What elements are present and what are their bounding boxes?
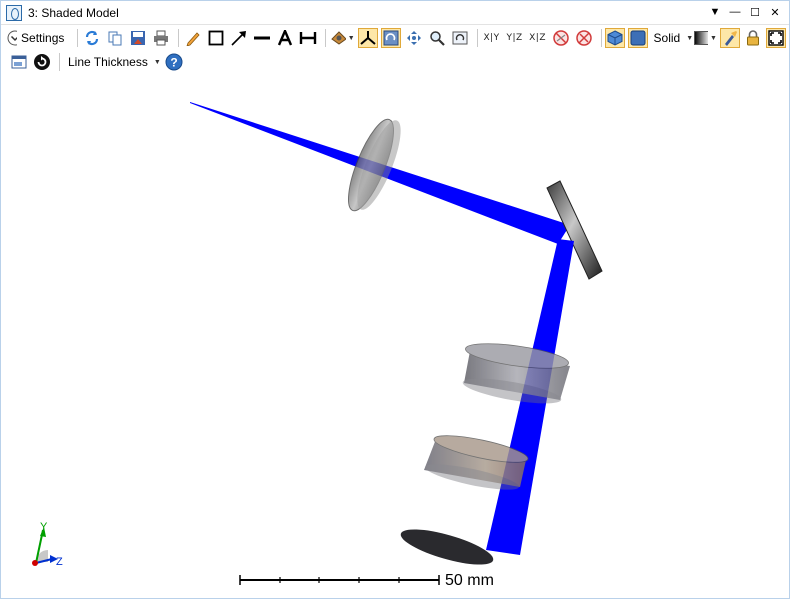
separator (600, 29, 602, 47)
hide-beams-button[interactable] (551, 28, 571, 48)
separator (476, 29, 478, 47)
dropdown-arrow-icon: ▼ (153, 58, 161, 66)
copy-button[interactable] (105, 28, 125, 48)
shaded-mode-toggle[interactable] (605, 28, 626, 48)
reset-view-button[interactable] (450, 28, 470, 48)
export-window-icon (11, 55, 27, 69)
refresh-icon (86, 30, 99, 46)
view-xy-label: X|Y (483, 33, 500, 43)
cube-icon (607, 30, 623, 46)
line-tool[interactable] (252, 28, 272, 48)
optical-system-render: Y Z (32, 102, 603, 585)
toolbar-secondary: Line Thickness ▼ ? (1, 51, 789, 73)
separator (325, 29, 327, 47)
camera-icon (331, 31, 346, 45)
dimension-icon (300, 32, 317, 44)
axes-toggle[interactable] (357, 28, 378, 48)
shaded-model-viewport[interactable]: Y Z 50 mm (2, 75, 789, 598)
window-controls: ▼ — ☐ ✕ (707, 4, 783, 20)
scale-bar-label: 50 mm (445, 572, 494, 589)
svg-text:?: ? (170, 56, 177, 70)
refresh-button[interactable] (82, 28, 102, 48)
printer-icon (154, 30, 169, 46)
arrow-tool[interactable] (229, 28, 249, 48)
rays-off-icon (552, 30, 569, 46)
pencil-icon (186, 32, 200, 46)
text-tool[interactable] (275, 28, 295, 48)
magnifier-icon (429, 31, 445, 46)
window-title: 3: Shaded Model (28, 5, 119, 20)
dropdown-icon[interactable]: ▼ (707, 4, 723, 20)
toolbar-primary: Settings ▼ X|Y Y|Z X|Z Solid ▼ ▼ (1, 26, 789, 50)
help-icon: ? (165, 53, 183, 71)
reset-view-icon (452, 31, 468, 45)
solid-mode-toggle[interactable] (628, 28, 649, 48)
lock-button[interactable] (743, 28, 763, 48)
triad-y-label: Y (40, 521, 48, 533)
rotate-toggle[interactable] (380, 28, 401, 48)
detector-surface (400, 529, 494, 565)
line-icon (254, 36, 271, 40)
dropdown-arrow-icon: ▼ (710, 34, 717, 42)
dimension-tool[interactable] (298, 28, 318, 48)
copy-icon (108, 31, 122, 46)
settings-toggle[interactable]: Settings (7, 28, 70, 48)
auto-update-button[interactable] (32, 52, 52, 72)
text-icon (278, 30, 293, 46)
window-icon (6, 4, 22, 21)
view-xz-label: X|Z (529, 33, 546, 43)
pan-button[interactable] (404, 28, 424, 48)
triad-z-label: Z (56, 556, 63, 568)
view-xz-button[interactable]: X|Z (528, 28, 548, 48)
chevron-down-icon (7, 30, 18, 46)
minimize-button[interactable]: — (727, 4, 743, 20)
scale-bar (239, 575, 440, 585)
save-image-icon (131, 31, 146, 45)
separator (77, 29, 79, 47)
separator (59, 53, 60, 71)
line-thickness-dropdown[interactable]: Line Thickness ▼ (64, 52, 161, 72)
rectangle-icon (208, 30, 224, 46)
separator (178, 29, 180, 47)
title-bar: 3: Shaded Model ▼ — ☐ ✕ (1, 1, 789, 25)
flashlight-icon (724, 31, 737, 46)
axes-triad-icon (360, 31, 376, 45)
view-xy-button[interactable]: X|Y (482, 28, 502, 48)
view-yz-label: Y|Z (506, 33, 523, 43)
save-button[interactable] (128, 28, 148, 48)
fit-window-icon (768, 30, 784, 46)
surfaces-off-icon (575, 30, 592, 46)
settings-label: Settings (21, 31, 65, 45)
pan-icon (406, 31, 421, 45)
power-refresh-icon (34, 54, 50, 70)
shaded-model-window: 3: Shaded Model ▼ — ☐ ✕ Settings ▼ X|Y Y… (0, 0, 790, 599)
view-yz-button[interactable]: Y|Z (505, 28, 525, 48)
solid-box-icon (630, 30, 646, 46)
hide-surfaces-button[interactable] (574, 28, 594, 48)
gradient-icon (694, 31, 709, 45)
render-mode-label: Solid (653, 31, 681, 45)
arrow-icon (231, 31, 247, 46)
camera-view-button[interactable]: ▼ (330, 28, 355, 48)
pencil-tool[interactable] (183, 28, 203, 48)
coordinate-triad: Y Z (32, 521, 63, 568)
rectangle-tool[interactable] (206, 28, 226, 48)
help-button[interactable]: ? (164, 52, 184, 72)
render-mode-dropdown[interactable]: Solid ▼ (651, 28, 694, 48)
rotate-icon (383, 30, 399, 46)
lighting-toggle[interactable] (719, 28, 740, 48)
line-thickness-label: Line Thickness (68, 55, 148, 69)
close-button[interactable]: ✕ (767, 4, 783, 20)
lens-1 (348, 118, 401, 212)
export-button[interactable] (9, 52, 29, 72)
maximize-button[interactable]: ☐ (747, 4, 763, 20)
lock-icon (746, 30, 759, 46)
fit-to-window-toggle[interactable] (765, 28, 786, 48)
background-gradient-dropdown[interactable]: ▼ (694, 28, 717, 48)
dropdown-arrow-icon: ▼ (686, 34, 694, 42)
zoom-button[interactable] (427, 28, 447, 48)
dropdown-arrow-icon: ▼ (347, 34, 355, 42)
print-button[interactable] (151, 28, 171, 48)
